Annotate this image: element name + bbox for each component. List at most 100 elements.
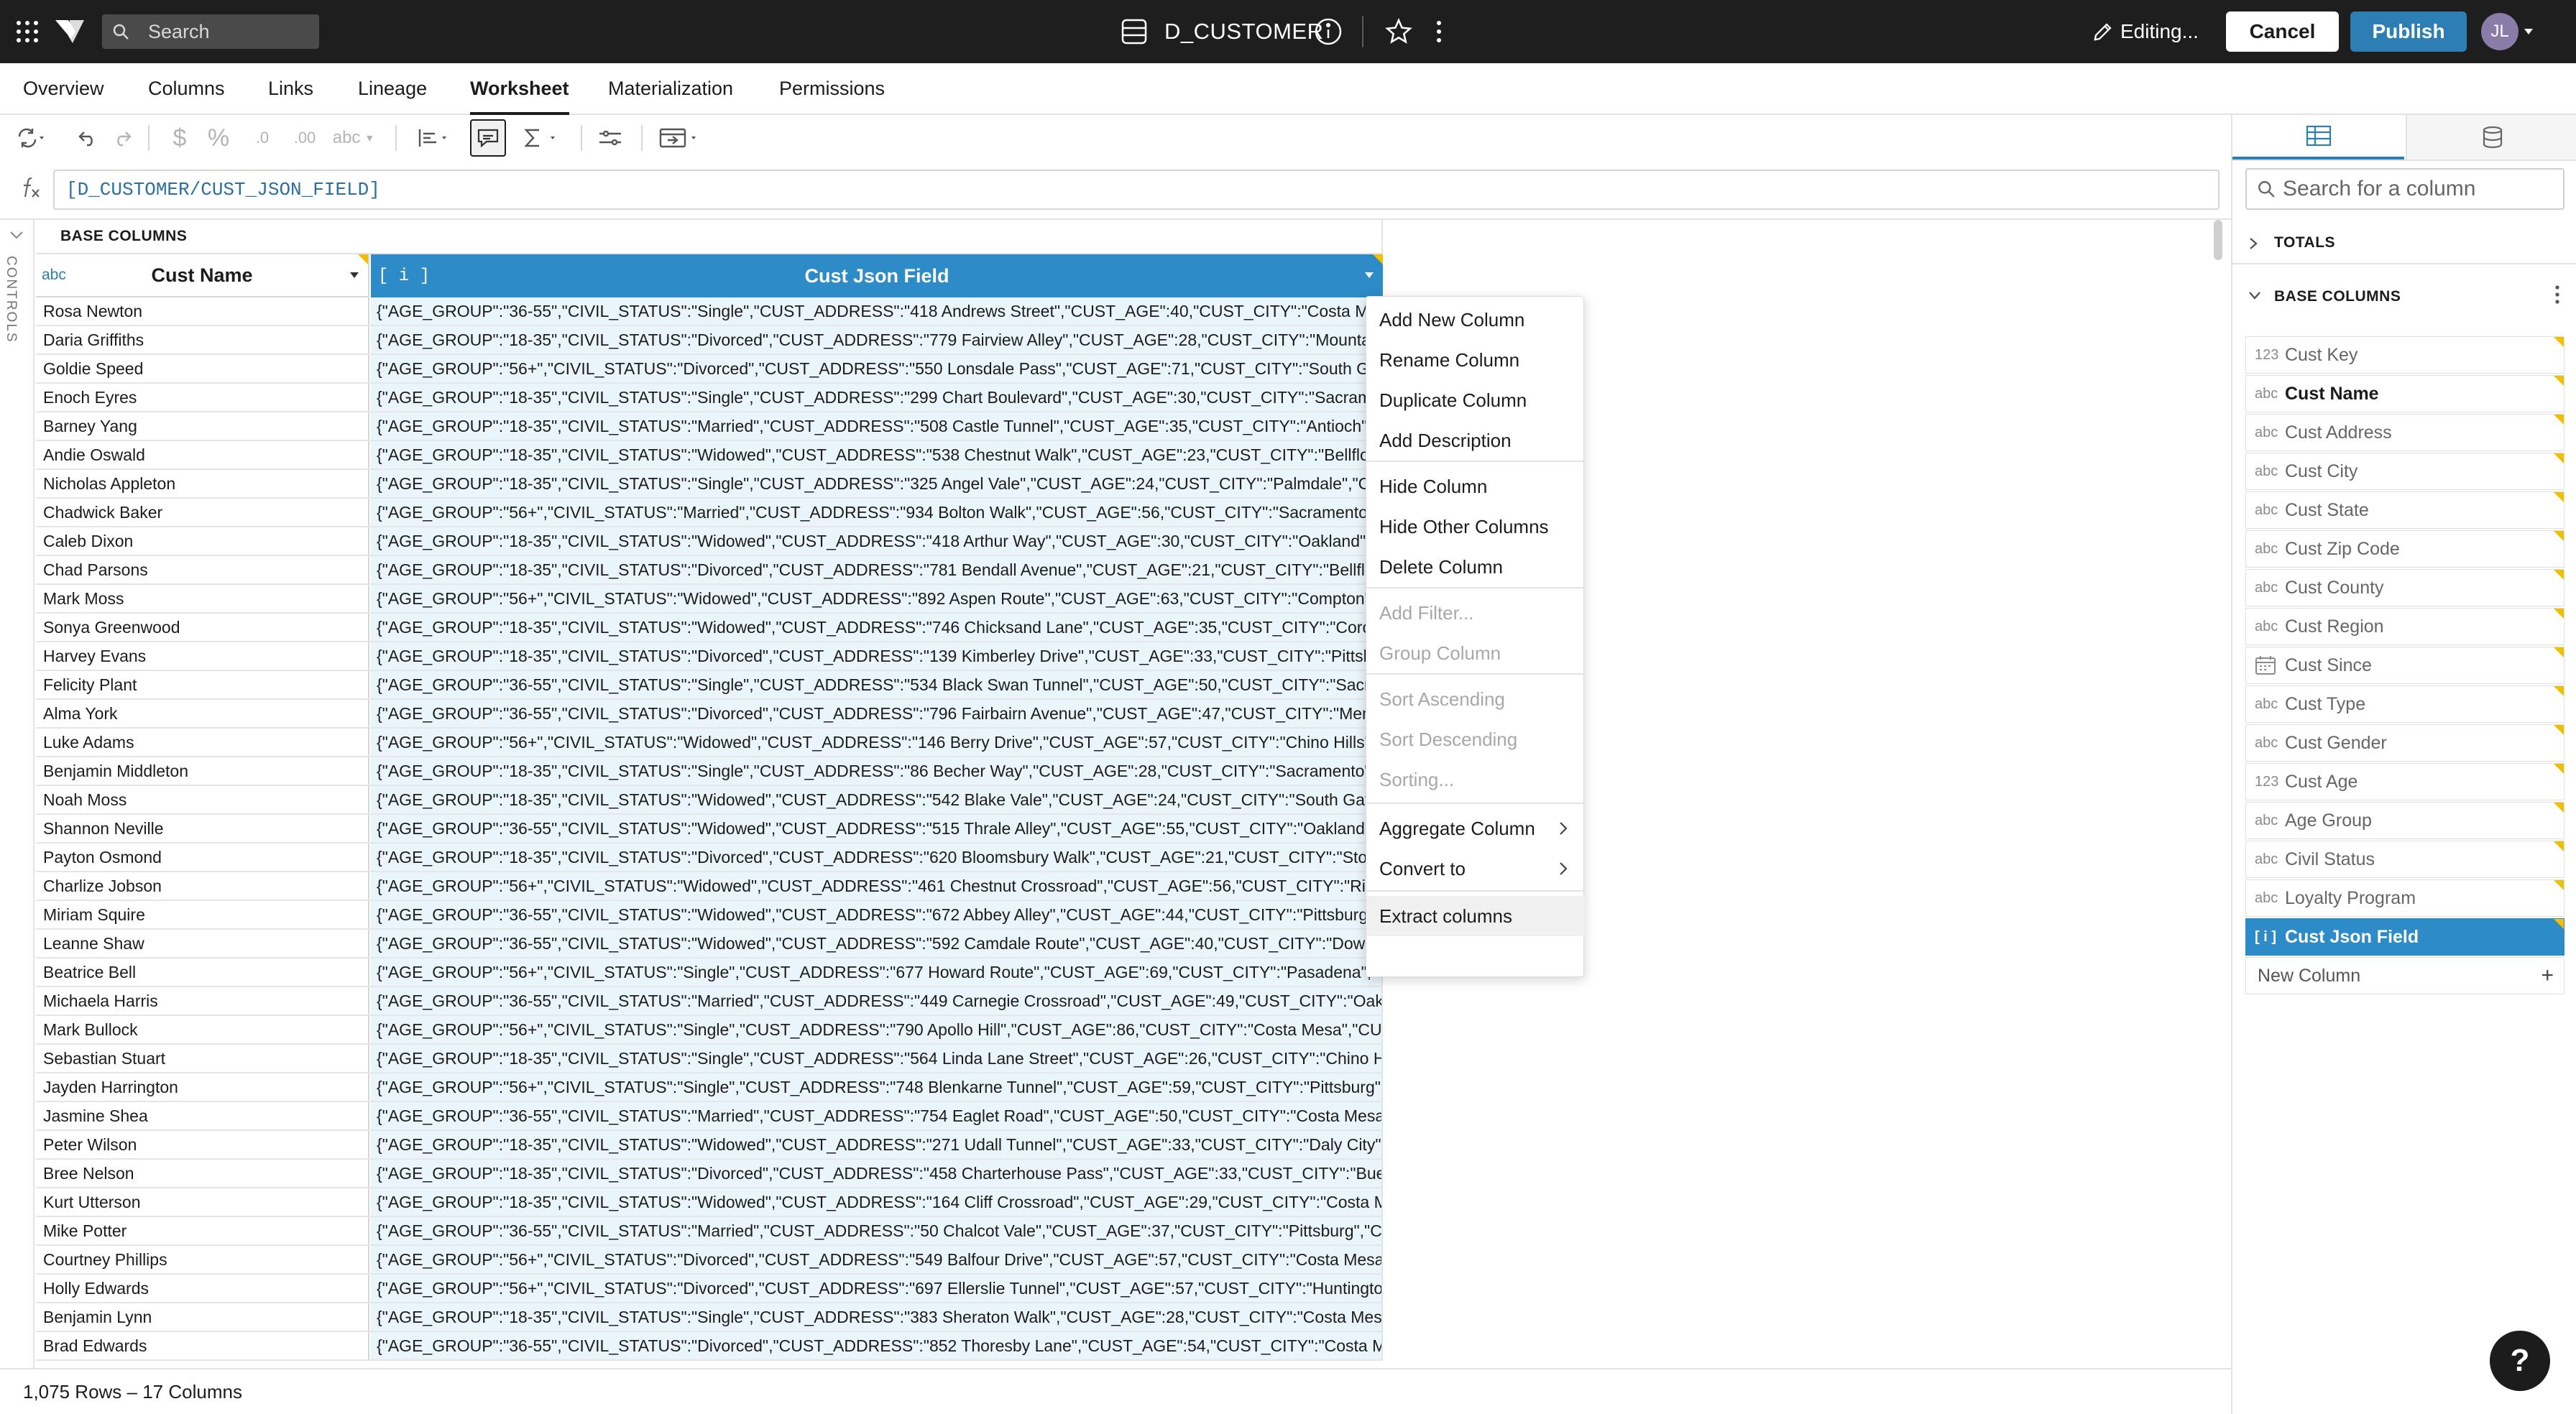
table-row[interactable]: Courtney Phillips {"AGE_GROUP":"56+","CIV… [36,1246,1383,1275]
global-search-input[interactable]: Search [102,14,319,49]
table-row[interactable]: Peter Wilson {"AGE_GROUP":"18-35","CIVIL_… [36,1131,1383,1160]
export-icon[interactable] [653,119,707,157]
cust-json-field-cell[interactable]: {"AGE_GROUP":"56+","CIVIL_STATUS":"Widow… [371,585,1383,612]
cust-name-cell[interactable]: Bree Nelson [36,1160,369,1187]
text-format-dropdown[interactable]: abc ▼ [328,119,380,157]
table-row[interactable]: Enoch Eyres {"AGE_GROUP":"18-35","CIVIL_S… [36,384,1383,412]
table-row[interactable]: Rosa Newton {"AGE_GROUP":"36-55","CIVIL_S… [36,297,1383,326]
cust-name-cell[interactable]: Leanne Shaw [36,930,369,957]
cust-json-field-cell[interactable]: {"AGE_GROUP":"18-35","CIVIL_STATUS":"Div… [371,556,1383,583]
column-menu-caret-icon[interactable] [1364,272,1374,279]
table-row[interactable]: Charlize Jobson {"AGE_GROUP":"56+","CIVIL… [36,872,1383,901]
cust-name-cell[interactable]: Charlize Jobson [36,872,369,900]
column-item-loyalty-program[interactable]: abc Loyalty Program [2245,879,2564,917]
totals-section[interactable]: TOTALS [2232,223,2576,264]
table-row[interactable]: Jasmine Shea {"AGE_GROUP":"36-55","CIVIL_… [36,1102,1383,1131]
cust-json-field-cell[interactable]: {"AGE_GROUP":"56+","CIVIL_STATUS":"Widow… [371,872,1383,900]
column-item-civil-status[interactable]: abc Civil Status [2245,841,2564,878]
new-column-button[interactable]: New Column + [2245,957,2564,994]
tab-table-view[interactable] [2232,115,2404,160]
cust-json-field-cell[interactable]: {"AGE_GROUP":"18-35","CIVIL_STATUS":"Mar… [371,412,1383,440]
menu-item-sorting[interactable]: Sorting... [1366,759,1585,800]
cust-json-field-cell[interactable]: {"AGE_GROUP":"36-55","CIVIL_STATUS":"Wid… [371,815,1383,842]
cust-name-cell[interactable]: Enoch Eyres [36,384,369,411]
refresh-icon[interactable] [13,119,49,157]
currency-format-icon[interactable]: $ [164,119,196,157]
more-options-icon[interactable] [1430,16,1448,47]
table-row[interactable]: Beatrice Bell {"AGE_GROUP":"56+","CIVIL_S… [36,958,1383,987]
cust-name-cell[interactable]: Jayden Harrington [36,1073,369,1101]
cust-json-field-cell[interactable]: {"AGE_GROUP":"18-35","CIVIL_STATUS":"Div… [371,642,1383,670]
cust-name-cell[interactable]: Chadwick Baker [36,499,369,526]
cust-name-cell[interactable]: Rosa Newton [36,297,369,325]
chevron-down-icon[interactable] [9,230,24,240]
comment-icon[interactable] [470,119,506,157]
table-row[interactable]: Michaela Harris {"AGE_GROUP":"36-55","CIV… [36,987,1383,1016]
cust-name-cell[interactable]: Benjamin Middleton [36,757,369,785]
cust-name-cell[interactable]: Daria Griffiths [36,326,369,354]
filter-rows-icon[interactable] [592,119,628,157]
cust-json-field-cell[interactable]: {"AGE_GROUP":"56+","CIVIL_STATUS":"Widow… [371,729,1383,756]
cust-name-cell[interactable]: Michaela Harris [36,987,369,1015]
vertical-scrollbar[interactable] [2214,220,2222,260]
cust-json-field-cell[interactable]: {"AGE_GROUP":"56+","CIVIL_STATUS":"Divor… [371,355,1383,382]
cust-name-cell[interactable]: Peter Wilson [36,1131,369,1158]
publish-button[interactable]: Publish [2350,11,2467,52]
cust-name-cell[interactable]: Sebastian Stuart [36,1045,369,1072]
cust-json-field-cell[interactable]: {"AGE_GROUP":"36-55","CIVIL_STATUS":"Sin… [371,671,1383,698]
undo-icon[interactable] [73,119,102,157]
table-row[interactable]: Kurt Utterson {"AGE_GROUP":"18-35","CIVIL… [36,1188,1383,1217]
tab-overview[interactable]: Overview [23,63,104,114]
cust-name-cell[interactable]: Mark Moss [36,585,369,612]
cust-json-field-cell[interactable]: {"AGE_GROUP":"56+","CIVIL_STATUS":"Marri… [371,499,1383,526]
increase-decimals-icon[interactable]: .00 [283,119,326,157]
cust-name-cell[interactable]: Andie Oswald [36,441,369,468]
menu-item-aggregate-column[interactable]: Aggregate Column [1366,808,1585,849]
cust-name-cell[interactable]: Harvey Evans [36,642,369,670]
cust-name-cell[interactable]: Caleb Dixon [36,527,369,555]
cust-name-cell[interactable]: Luke Adams [36,729,369,756]
cust-name-cell[interactable]: Payton Osmond [36,844,369,871]
table-row[interactable]: Chadwick Baker {"AGE_GROUP":"56+","CIVIL_… [36,499,1383,527]
logo-icon[interactable] [53,16,86,47]
table-row[interactable]: Harvey Evans {"AGE_GROUP":"18-35","CIVIL_… [36,642,1383,671]
cust-json-field-cell[interactable]: {"AGE_GROUP":"36-55","CIVIL_STATUS":"Wid… [371,930,1383,957]
menu-item-sort-ascending[interactable]: Sort Ascending [1366,679,1585,719]
cust-name-cell[interactable]: Courtney Phillips [36,1246,369,1273]
cust-name-cell[interactable]: Nicholas Appleton [36,470,369,497]
column-item-cust-type[interactable]: abc Cust Type [2245,685,2564,723]
cust-json-field-cell[interactable]: {"AGE_GROUP":"56+","CIVIL_STATUS":"Singl… [371,958,1383,986]
sum-icon[interactable] [515,119,566,157]
table-row[interactable]: Bree Nelson {"AGE_GROUP":"18-35","CIVIL_S… [36,1160,1383,1188]
tab-columns[interactable]: Columns [148,63,225,114]
column-search-input[interactable]: Search for a column [2245,168,2564,210]
table-row[interactable]: Holly Edwards {"AGE_GROUP":"56+","CIVIL_S… [36,1275,1383,1303]
column-item-cust-key[interactable]: 123 Cust Key [2245,336,2564,374]
table-row[interactable]: Luke Adams {"AGE_GROUP":"56+","CIVIL_STAT… [36,729,1383,757]
column-item-cust-state[interactable]: abc Cust State [2245,491,2564,529]
cust-json-field-cell[interactable]: {"AGE_GROUP":"18-35","CIVIL_STATUS":"Sin… [371,757,1383,785]
cust-json-field-cell[interactable]: {"AGE_GROUP":"36-55","CIVIL_STATUS":"Sin… [371,297,1383,325]
menu-item-rename-column[interactable]: Rename Column [1366,340,1585,380]
table-row[interactable]: Benjamin Middleton {"AGE_GROUP":"18-35","… [36,757,1383,786]
cust-name-cell[interactable]: Chad Parsons [36,556,369,583]
column-item-cust-zip-code[interactable]: abc Cust Zip Code [2245,530,2564,568]
table-row[interactable]: Noah Moss {"AGE_GROUP":"18-35","CIVIL_STA… [36,786,1383,815]
column-item-cust-gender[interactable]: abc Cust Gender [2245,724,2564,762]
table-row[interactable]: Sebastian Stuart {"AGE_GROUP":"18-35","CI… [36,1045,1383,1073]
cust-json-field-cell[interactable]: {"AGE_GROUP":"18-35","CIVIL_STATUS":"Wid… [371,441,1383,468]
cust-json-field-cell[interactable]: {"AGE_GROUP":"56+","CIVIL_STATUS":"Divor… [371,1275,1383,1302]
table-row[interactable]: Shannon Neville {"AGE_GROUP":"36-55","CIV… [36,815,1383,844]
star-icon[interactable] [1383,16,1414,47]
menu-item-delete-column[interactable]: Delete Column [1366,547,1585,587]
column-item-cust-since[interactable]: Cust Since [2245,647,2564,684]
cust-json-field-cell[interactable]: {"AGE_GROUP":"18-35","CIVIL_STATUS":"Wid… [371,614,1383,641]
column-item-cust-age[interactable]: 123 Cust Age [2245,763,2564,800]
table-row[interactable]: Andie Oswald {"AGE_GROUP":"18-35","CIVIL_… [36,441,1383,470]
app-grid-icon[interactable] [14,19,40,45]
menu-item-group-column[interactable]: Group Column [1366,633,1585,673]
tab-worksheet[interactable]: Worksheet [470,63,569,115]
cust-name-cell[interactable]: Goldie Speed [36,355,369,382]
tab-links[interactable]: Links [268,63,313,114]
table-row[interactable]: Goldie Speed {"AGE_GROUP":"56+","CIVIL_ST… [36,355,1383,384]
